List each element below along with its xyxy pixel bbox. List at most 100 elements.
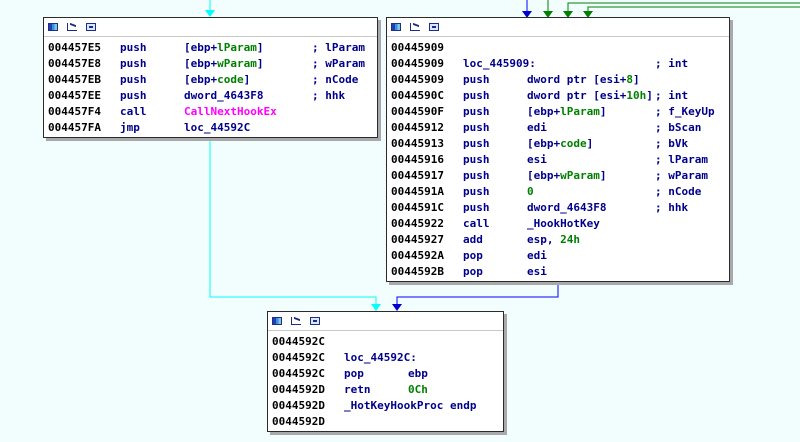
edge-into-right-block-4[interactable]	[587, 6, 800, 11]
code-line[interactable]: 004457FA jmp loc_44592C	[44, 120, 377, 136]
comment: ; f_KeyUp	[655, 105, 715, 118]
code-line[interactable]: 004457E5 push [ebp+lParam] ; lParam	[44, 40, 377, 56]
mnemonic: push	[120, 41, 147, 54]
edge-left-to-bottom[interactable]	[209, 138, 377, 305]
code-line[interactable]: 0044592C	[268, 334, 503, 350]
operands: esp, 24h	[527, 232, 580, 248]
operands: [ebp+code]	[527, 136, 593, 152]
block-title-bar	[387, 18, 729, 37]
variable-name[interactable]: lParam	[217, 41, 257, 54]
code-line[interactable]: 00445917 push [ebp+wParam] ; wParam	[387, 168, 729, 184]
operand-text: loc_44592C	[184, 121, 251, 134]
comment: ; nCode	[655, 185, 702, 198]
code-line[interactable]: 00445909	[387, 40, 729, 56]
code-line[interactable]: 004457F4 call CallNextHookEx	[44, 104, 377, 120]
code-line[interactable]: 00445922 call _HookHotKey	[387, 216, 729, 232]
code-line[interactable]: 0044590F push [ebp+lParam] ; f_KeyUp	[387, 104, 729, 120]
comment: ; wParam	[655, 169, 708, 182]
code-line[interactable]: 00445909 loc_445909: ; int	[387, 56, 729, 72]
color-icon[interactable]	[48, 23, 58, 31]
code-line[interactable]: 00445913 push [ebp+code] ; bVk	[387, 136, 729, 152]
address: 0044592C	[272, 351, 325, 364]
operand-text: esi	[527, 153, 547, 166]
edge-right-to-bottom[interactable]	[396, 282, 559, 305]
code-block-left[interactable]: 004457E5 push [ebp+lParam]; lParam 004457E8…	[43, 17, 378, 138]
operands: _HookHotKey	[527, 216, 600, 232]
operands: esi	[527, 152, 547, 168]
operand-text: 0Ch	[408, 383, 428, 396]
address: 004457FA	[48, 121, 101, 134]
comment: ; wParam	[312, 57, 365, 70]
group-icon[interactable]	[429, 23, 439, 31]
graph-icon[interactable]	[67, 23, 77, 31]
address: 0044592B	[391, 265, 444, 278]
operands: esi	[527, 264, 547, 280]
arrow-head-icon	[371, 304, 381, 311]
code-block-right[interactable]: 00445909 00445909 loc_445909:; int 00445909…	[386, 17, 730, 282]
operands: 0	[527, 184, 534, 200]
code-label[interactable]: _HotKeyHookProc endp	[344, 398, 476, 414]
operands: CallNextHookEx	[184, 104, 277, 120]
group-icon[interactable]	[86, 23, 96, 31]
operand-text: ]	[256, 41, 264, 54]
code-label[interactable]: loc_44592C:	[344, 350, 417, 366]
code-line[interactable]: 00445927 add esp, 24h	[387, 232, 729, 248]
code-block-bottom[interactable]: 0044592C 0044592C loc_44592C: 0044592C pop eb…	[267, 311, 504, 432]
address: 004457EE	[48, 89, 101, 102]
color-icon[interactable]	[272, 317, 282, 325]
operand-text: ]	[646, 89, 653, 102]
mnemonic: jmp	[120, 121, 140, 134]
code-line[interactable]: 004457EB push [ebp+code] ; nCode	[44, 72, 377, 88]
comment: ; int	[655, 89, 689, 102]
operands: [ebp+lParam]	[527, 104, 607, 120]
code-line[interactable]: 0044592C loc_44592C:	[268, 350, 503, 366]
mnemonic: push	[463, 89, 490, 102]
code-line[interactable]: 0044592B pop esi	[387, 264, 729, 280]
graph-icon[interactable]	[291, 317, 301, 325]
code-line[interactable]: 0044590C push dword ptr [esi+10h]; int	[387, 88, 729, 104]
code-line[interactable]: 004457E8 push [ebp+wParam] ; wParam	[44, 56, 377, 72]
operands: [ebp+wParam]	[527, 168, 607, 184]
code-line[interactable]: 0044592D retn 0Ch	[268, 382, 503, 398]
code-line[interactable]: 0044592A pop edi	[387, 248, 729, 264]
graph-icon[interactable]	[410, 23, 420, 31]
code-line[interactable]: 00445909 push dword ptr [esi+8]	[387, 72, 729, 88]
group-icon[interactable]	[310, 317, 320, 325]
address: 00445909	[391, 41, 444, 54]
code-line[interactable]: 00445916 push esi ; lParam	[387, 152, 729, 168]
mnemonic: push	[120, 57, 147, 70]
address: 00445927	[391, 233, 444, 246]
operands: dword_4643F8	[527, 200, 606, 216]
address: 0044590C	[391, 89, 444, 102]
color-icon[interactable]	[391, 23, 401, 31]
operand-text: dword ptr [esi+	[527, 73, 627, 86]
code-line[interactable]: 0044592C pop ebp	[268, 366, 503, 382]
address: 0044591C	[391, 201, 444, 214]
code-line[interactable]: 0044591C push dword_4643F8 ; hhk	[387, 200, 729, 216]
operand-text: ]	[599, 105, 607, 118]
comment: ; nCode	[312, 73, 359, 86]
code-line[interactable]: 0044592D	[268, 414, 503, 430]
operands: dword ptr [esi+8]	[527, 72, 640, 88]
code-line[interactable]: 0044591A push 0 ; nCode	[387, 184, 729, 200]
comment: ; hhk	[312, 89, 346, 102]
external-function-name[interactable]: CallNextHookEx	[184, 105, 277, 118]
operand-text: ]	[586, 137, 594, 150]
variable-name[interactable]: lParam	[560, 105, 600, 118]
address: 00445922	[391, 217, 444, 230]
operands: [ebp+lParam]	[184, 40, 264, 56]
code-label[interactable]: loc_445909:	[463, 56, 536, 72]
mnemonic: push	[463, 153, 490, 166]
code-line[interactable]: 004457EE push dword_4643F8 ; hhk	[44, 88, 377, 104]
block-lines: 00445909 00445909 loc_445909:; int 00445909…	[387, 37, 729, 280]
variable-name[interactable]: code	[217, 73, 244, 86]
variable-name[interactable]: wParam	[217, 57, 257, 70]
mnemonic: pop	[463, 265, 483, 278]
code-line[interactable]: 0044592D _HotKeyHookProc endp	[268, 398, 503, 414]
address: 00445917	[391, 169, 444, 182]
operands: [ebp+code]	[184, 72, 250, 88]
variable-name[interactable]: code	[560, 137, 587, 150]
address: 004457E8	[48, 57, 101, 70]
variable-name[interactable]: wParam	[560, 169, 600, 182]
code-line[interactable]: 00445912 push edi ; bScan	[387, 120, 729, 136]
